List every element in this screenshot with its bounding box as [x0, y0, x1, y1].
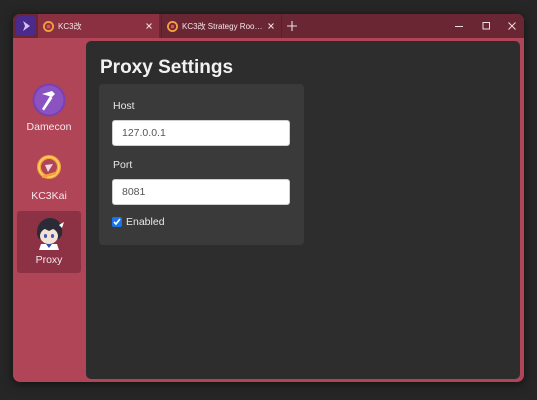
port-label: Port: [113, 159, 133, 171]
host-input[interactable]: [112, 120, 290, 146]
sidebar-item-label: Damecon: [26, 121, 72, 133]
sidebar-item-damecon[interactable]: Damecon: [17, 78, 81, 140]
app-window: KC3改 KC3改 Strategy Room -... Damecon KC3…: [13, 14, 524, 382]
sidebar-item-kc3kai[interactable]: KC3Kai: [17, 147, 81, 209]
repair-hammer-icon: [32, 83, 66, 117]
close-tab-icon[interactable]: [144, 21, 154, 31]
sidebar-item-proxy[interactable]: Proxy: [17, 211, 81, 273]
sidebar-item-label: KC3Kai: [31, 190, 67, 202]
character-avatar-icon: [36, 218, 64, 250]
app-logo-icon[interactable]: [16, 16, 36, 36]
close-tab-icon[interactable]: [266, 21, 276, 31]
main-content: Proxy Settings Host Port Enabled: [86, 41, 520, 379]
tab-title: KC3改: [58, 21, 82, 31]
title-bar: KC3改 KC3改 Strategy Room -...: [13, 14, 524, 38]
maximize-icon[interactable]: [479, 19, 493, 33]
port-input[interactable]: [112, 179, 290, 205]
kc3-favicon-icon: [167, 20, 178, 32]
new-tab-plus-icon[interactable]: [286, 20, 298, 32]
enabled-label: Enabled: [126, 216, 165, 228]
tab-kc3[interactable]: KC3改: [38, 14, 159, 38]
host-label: Host: [113, 100, 135, 112]
proxy-settings-card: Host Port Enabled: [99, 84, 304, 245]
minimize-icon[interactable]: [452, 19, 466, 33]
close-window-icon[interactable]: [505, 19, 519, 33]
enabled-checkbox[interactable]: [112, 217, 122, 227]
tab-title: KC3改 Strategy Room -...: [182, 21, 266, 31]
kc3-favicon-icon: [43, 20, 54, 32]
tab-kc3-strategy-room[interactable]: KC3改 Strategy Room -...: [161, 14, 282, 38]
page-title: Proxy Settings: [100, 57, 234, 78]
kc3kai-logo-icon: [37, 155, 61, 179]
sidebar-item-label: Proxy: [35, 254, 63, 266]
